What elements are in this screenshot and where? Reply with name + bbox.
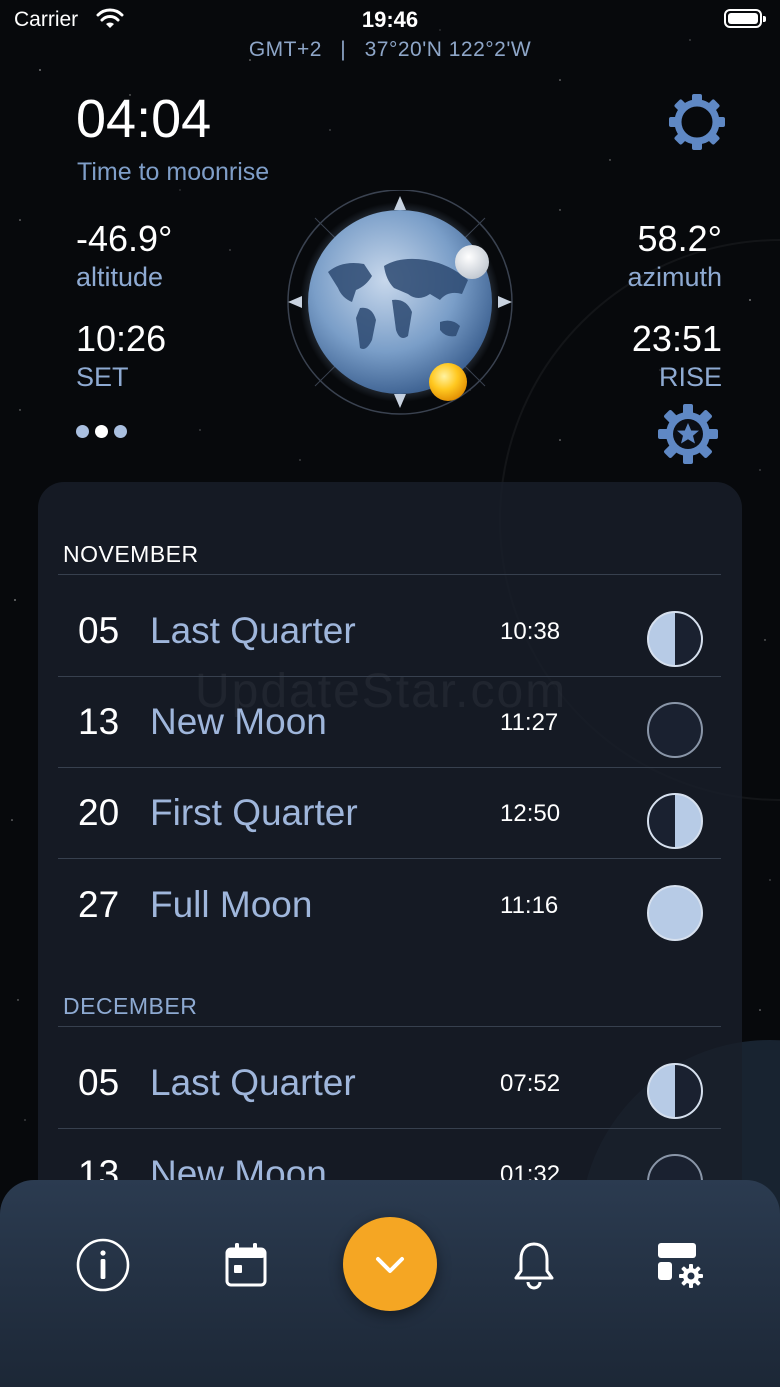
phase-day: 20 [78,792,120,833]
phase-time: 12:50 [500,800,561,827]
bell-icon[interactable] [512,1240,556,1290]
phase-day: 27 [78,884,120,925]
phase-day: 05 [78,610,120,651]
chevron-down-icon [376,1257,404,1273]
moon-phase-row[interactable]: 13 New Moon 11:27 [58,673,721,763]
collapse-button[interactable] [343,1217,437,1311]
month-header: DECEMBER [63,993,198,1019]
location-separator: | [340,38,347,61]
phase-day: 05 [78,1062,120,1103]
moon-phase-row[interactable]: 05 Last Quarter 10:38 [58,582,721,672]
azimuth-label: azimuth [627,262,722,292]
phase-time: 10:38 [500,618,561,645]
moonrise-countdown-label: Time to moonrise [77,158,270,186]
moon-phase-row[interactable]: 27 Full Moon 11:16 [58,856,721,946]
moon-phase-row[interactable]: 20 First Quarter 12:50 [58,764,721,854]
first-quarter-icon [647,793,703,849]
full-moon-icon [647,885,703,941]
set-time: 10:26 [76,318,167,359]
phase-day: 13 [78,701,120,742]
set-label: SET [76,362,129,392]
page-dot-active[interactable] [95,425,108,438]
altitude-label: altitude [76,262,164,292]
month-divider [58,574,721,575]
altitude-value: -46.9° [76,218,173,259]
moon-phase-row[interactable]: 05 Last Quarter 07:52 [58,1034,721,1124]
phase-name: Last Quarter [150,1062,356,1103]
new-moon-icon [647,702,703,758]
azimuth-value: 58.2° [637,218,722,259]
phase-time: 07:52 [500,1070,561,1097]
phase-name: Last Quarter [150,610,356,651]
layout-settings-icon[interactable] [656,1241,706,1291]
last-quarter-icon [647,611,703,667]
page-indicator[interactable] [76,425,133,443]
moonrise-countdown: 04:04 [76,89,212,149]
page-dot[interactable] [114,425,127,438]
month-divider [58,1026,721,1027]
phase-time: 11:27 [500,709,559,736]
page-dot[interactable] [76,425,89,438]
settings-gear-icon[interactable] [667,92,727,152]
status-clock: 19:46 [361,7,419,32]
earth-globe[interactable] [280,190,520,430]
timezone-label: GMT+2 [248,38,322,61]
battery-icon [724,9,766,28]
status-bar: Carrier 19:46 [0,0,780,40]
coordinates-label: 37°20'N 122°2'W [364,38,532,61]
rise-time: 23:51 [631,318,722,359]
favorite-star-gear-icon[interactable] [656,402,720,466]
info-icon[interactable] [75,1237,131,1293]
last-quarter-icon [647,1063,703,1119]
phase-name: New Moon [150,701,327,742]
phase-time: 11:16 [500,892,559,919]
phase-name: Full Moon [150,884,313,925]
location-line: GMT+2 | 37°20'N 122°2'W [0,38,780,62]
calendar-icon[interactable] [224,1242,268,1288]
rise-label: RISE [658,362,722,392]
phase-name: First Quarter [150,792,358,833]
month-header: NOVEMBER [63,541,199,567]
